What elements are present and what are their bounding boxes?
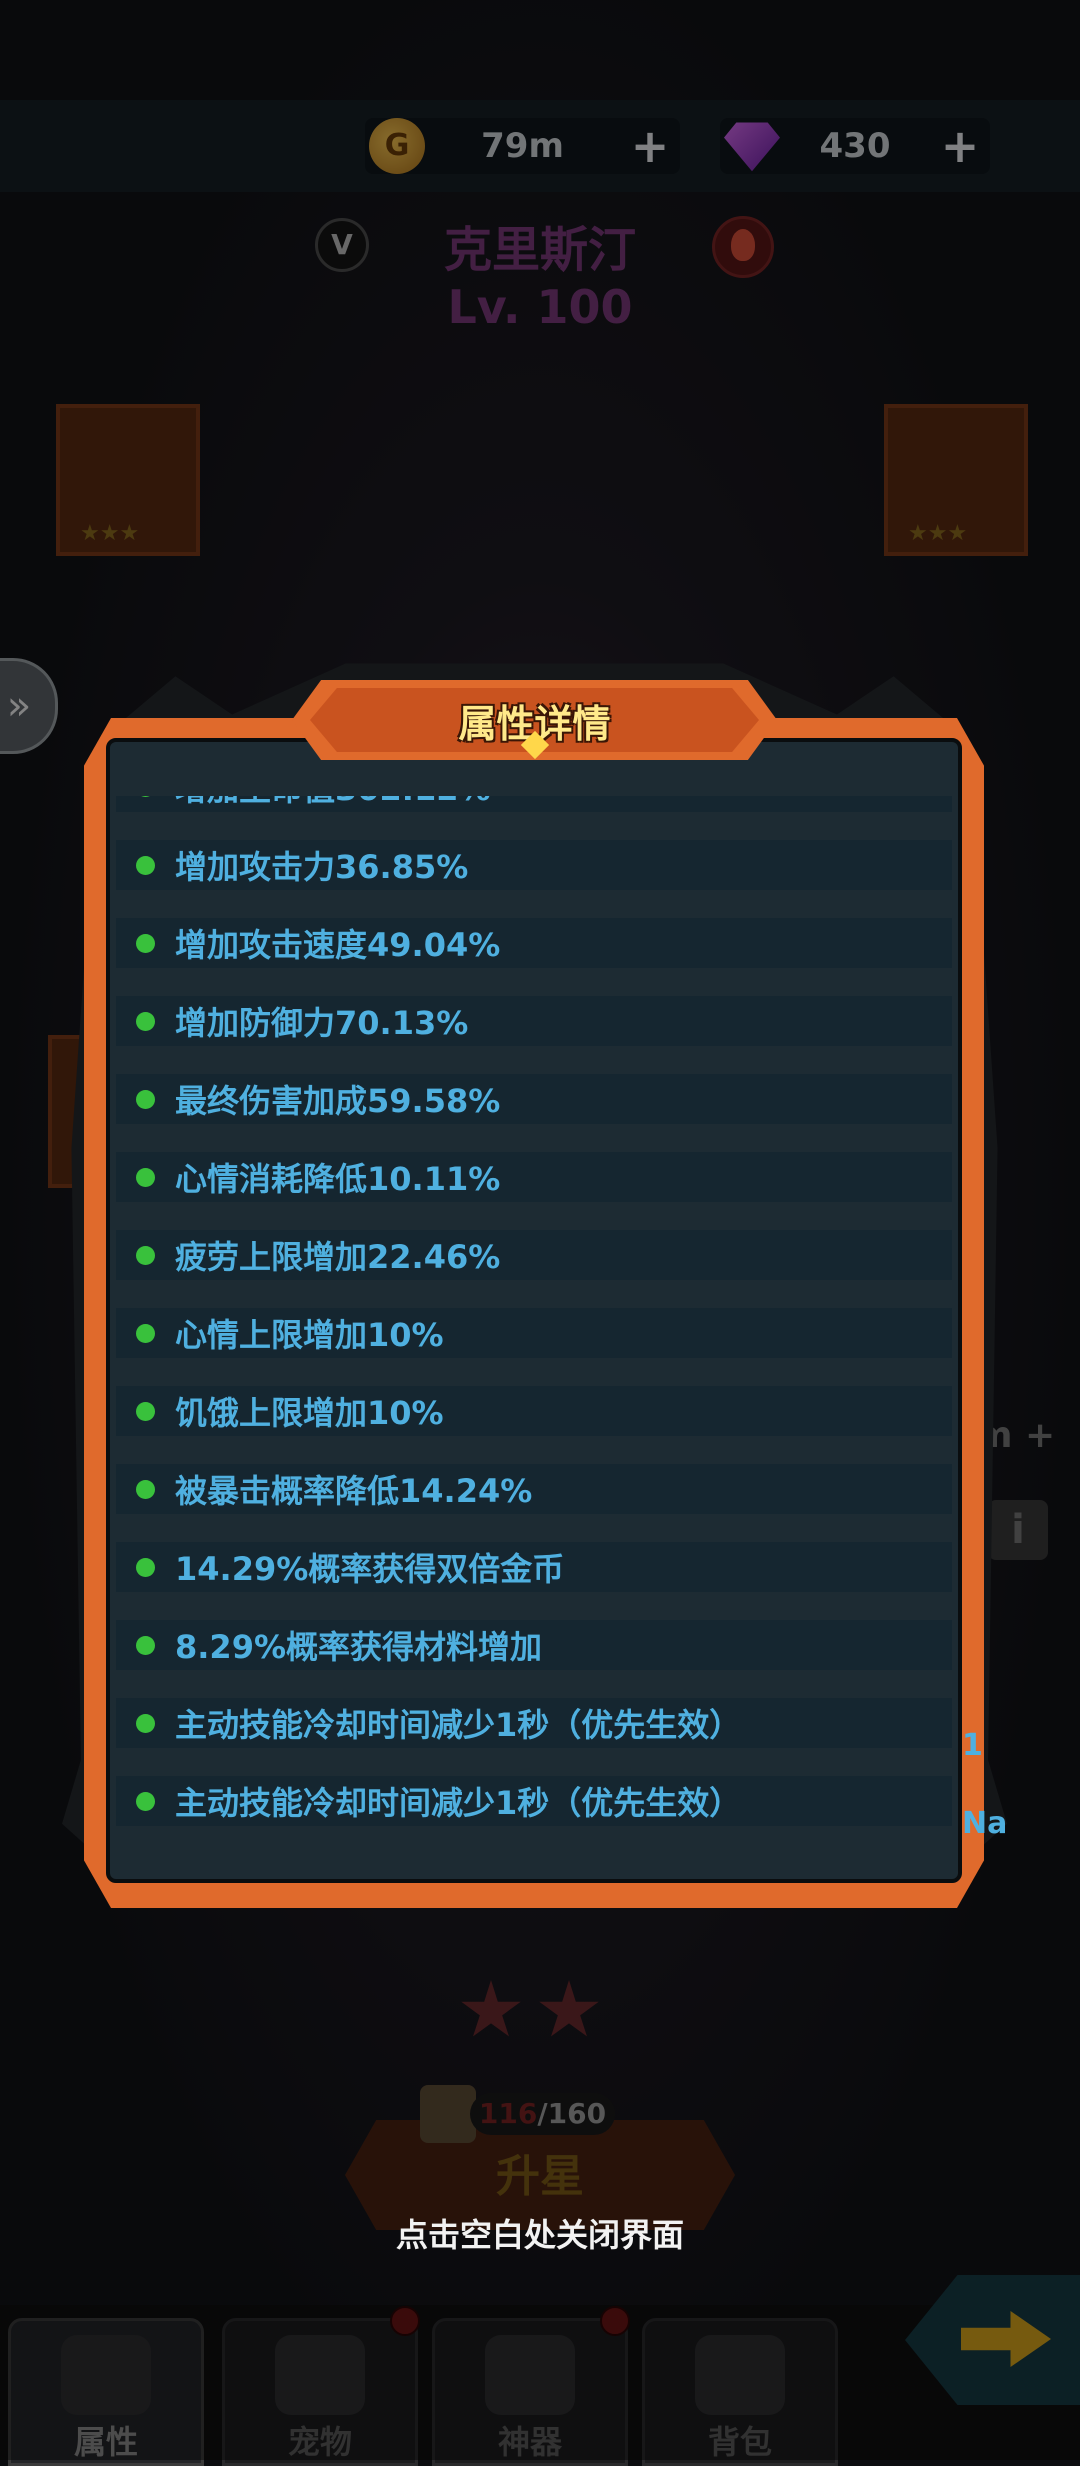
stat-row: 增加生命值302.12% — [116, 796, 952, 812]
hero-stars — [460, 1980, 600, 2042]
equipment-slot-armor[interactable]: ★★★ — [884, 404, 1028, 556]
stat-row: 最终伤害加成59.58% — [116, 1074, 952, 1124]
fist-icon — [61, 2335, 151, 2415]
side-menu-button[interactable]: » — [0, 658, 58, 754]
star-icon — [461, 1980, 521, 2037]
add-gold-button[interactable]: + — [630, 123, 670, 169]
stat-row: 8.29%概率获得材料增加 — [116, 1620, 952, 1670]
stat-row: 饥饿上限增加10% — [116, 1386, 952, 1436]
tab-label: 神器 — [497, 2423, 562, 2461]
edge-value: Na — [962, 1806, 1008, 1841]
equipment-slot-weapon[interactable]: ★★★ — [56, 404, 200, 556]
add-gem-button[interactable]: + — [940, 123, 980, 169]
tab-bag[interactable]: 背包 — [642, 2318, 838, 2466]
bullet-icon — [136, 1557, 155, 1577]
close-hint[interactable]: 点击空白处关闭界面 — [0, 2210, 1080, 2256]
bullet-icon — [136, 1713, 155, 1733]
tab-pets[interactable]: 宠物 — [222, 2318, 418, 2466]
material-icon — [420, 2085, 476, 2143]
stat-text: 饥饿上限增加10% — [175, 1394, 444, 1432]
stat-text: 心情上限增加10% — [175, 1316, 444, 1354]
hero-level: Lv. 100 — [447, 280, 633, 334]
vip-badge-icon[interactable]: V — [315, 218, 369, 272]
stat-row: 主动技能冷却时间减少1秒（优先生效） — [116, 1776, 952, 1826]
tab-artifact[interactable]: 神器 — [432, 2318, 628, 2466]
material-current: 116 — [478, 2097, 538, 2130]
bullet-icon — [136, 1401, 155, 1421]
bullet-icon — [136, 1245, 155, 1265]
stat-row: 被暴击概率降低14.24% — [116, 1464, 952, 1514]
stat-row: 14.29%概率获得双倍金币 — [116, 1542, 952, 1592]
material-count: 116/160 — [470, 2093, 615, 2135]
stat-row: 心情上限增加10% — [116, 1308, 952, 1358]
gem-value: 430 — [819, 126, 891, 166]
stat-row: 增加攻击力36.85% — [116, 840, 952, 890]
tab-label: 属性 — [73, 2423, 138, 2461]
stat-row: 疲劳上限增加22.46% — [116, 1230, 952, 1280]
stat-text: 增加生命值302.12% — [175, 796, 491, 810]
bullet-icon — [136, 855, 155, 875]
stat-text: 主动技能冷却时间减少1秒（优先生效） — [175, 1706, 742, 1744]
notification-dot — [600, 2306, 630, 2336]
gem-currency: 430 + — [720, 118, 990, 174]
tab-attributes[interactable]: 属性 — [8, 2318, 204, 2466]
top-bar — [0, 100, 1080, 192]
stat-text: 增加攻击力36.85% — [175, 848, 469, 886]
material-max: /160 — [537, 2097, 607, 2130]
stat-text: 心情消耗降低10.11% — [175, 1160, 501, 1198]
hero-name: 克里斯汀 — [443, 222, 636, 278]
stat-list[interactable]: 增加生命值302.12% 增加攻击力36.85% 增加攻击速度49.04% 增加… — [116, 796, 952, 1858]
tab-label: 背包 — [707, 2423, 772, 2461]
bullet-icon — [136, 1635, 155, 1655]
star-icon: ★★★ — [80, 521, 140, 546]
star-icon — [539, 1980, 599, 2037]
bullet-icon — [136, 933, 155, 953]
bullet-icon — [136, 1167, 155, 1187]
star-icon: ★★★ — [908, 521, 968, 546]
stat-text: 14.29%概率获得双倍金币 — [175, 1550, 565, 1588]
bullet-icon — [136, 1323, 155, 1343]
purple-gem-icon — [724, 122, 780, 172]
bottom-nav — [0, 2305, 1080, 2460]
stat-row: 增加防御力70.13% — [116, 996, 952, 1046]
upstar-label: 升星 — [496, 2151, 584, 2202]
gold-value: 79m — [481, 126, 564, 166]
next-arrow-button[interactable] — [905, 2275, 1080, 2405]
bullet-icon — [136, 796, 155, 797]
paw-icon — [275, 2335, 365, 2415]
edge-value: 1 — [962, 1728, 983, 1763]
tab-label: 宠物 — [287, 2423, 352, 2461]
stat-text: 增加攻击速度49.04% — [175, 926, 501, 964]
gold-currency: G 79m + — [365, 118, 680, 174]
bullet-icon — [136, 1791, 155, 1811]
stat-row: 增加攻击速度49.04% — [116, 918, 952, 968]
fire-element-icon — [712, 216, 774, 278]
artifact-icon — [485, 2335, 575, 2415]
stat-text: 被暴击概率降低14.24% — [175, 1472, 533, 1510]
gold-coin-icon: G — [369, 118, 425, 174]
attribute-detail-popup: 属性详情 增加生命值302.12% 增加攻击力36.85% 增加攻击速度49.0… — [62, 638, 1007, 1913]
stat-row: 心情消耗降低10.11% — [116, 1152, 952, 1202]
notification-dot — [390, 2306, 420, 2336]
bullet-icon — [136, 1011, 155, 1031]
stat-text: 最终伤害加成59.58% — [175, 1082, 501, 1120]
stat-row: 主动技能冷却时间减少1秒（优先生效） — [116, 1698, 952, 1748]
bullet-icon — [136, 1479, 155, 1499]
stat-text: 增加防御力70.13% — [175, 1004, 469, 1042]
stat-text: 8.29%概率获得材料增加 — [175, 1628, 543, 1666]
stat-text: 主动技能冷却时间减少1秒（优先生效） — [175, 1784, 742, 1822]
bullet-icon — [136, 1089, 155, 1109]
stat-text: 疲劳上限增加22.46% — [175, 1238, 501, 1276]
bag-icon — [695, 2335, 785, 2415]
